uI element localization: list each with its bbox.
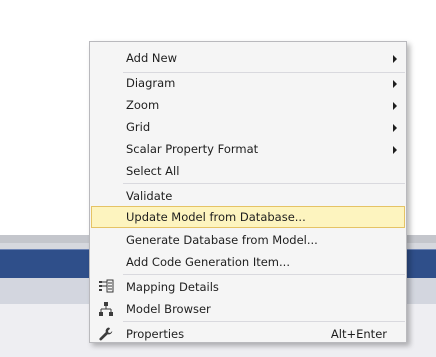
menu-item-label: Scalar Property Format <box>126 142 259 156</box>
menu-item-label: Add Code Generation Item... <box>126 255 290 269</box>
menu-separator <box>123 321 405 322</box>
menu-item-mapping-details[interactable]: Mapping Details <box>91 276 405 298</box>
menu-item-label: Select All <box>126 164 180 178</box>
menu-item-update-model-from-database[interactable]: Update Model from Database... <box>91 206 405 228</box>
menu-item-model-browser[interactable]: Model Browser <box>91 298 405 320</box>
context-menu: Add New Diagram Zoom Grid Scalar Propert… <box>89 41 407 343</box>
menu-item-scalar-property-format[interactable]: Scalar Property Format <box>91 138 405 160</box>
menu-item-label: Properties <box>126 327 185 341</box>
menu-item-label: Update Model from Database... <box>126 210 306 224</box>
menu-item-label: Zoom <box>126 98 160 112</box>
menu-item-label: Grid <box>126 120 151 134</box>
submenu-arrow-icon <box>393 80 397 88</box>
wrench-icon <box>98 326 114 342</box>
menu-item-generate-database-from-model[interactable]: Generate Database from Model... <box>91 229 405 251</box>
menu-item-zoom[interactable]: Zoom <box>91 94 405 116</box>
submenu-arrow-icon <box>393 55 397 63</box>
menu-item-grid[interactable]: Grid <box>91 116 405 138</box>
model-browser-icon <box>98 301 114 317</box>
submenu-arrow-icon <box>393 146 397 154</box>
menu-item-properties[interactable]: Properties Alt+Enter <box>91 323 405 345</box>
menu-item-label: Model Browser <box>126 302 211 316</box>
menu-item-add-new[interactable]: Add New <box>91 47 405 69</box>
menu-item-select-all[interactable]: Select All <box>91 160 405 182</box>
menu-item-label: Add New <box>126 51 178 65</box>
menu-item-label: Diagram <box>126 76 176 90</box>
menu-item-diagram[interactable]: Diagram <box>91 72 405 94</box>
submenu-arrow-icon <box>393 102 397 110</box>
menu-separator <box>123 183 405 184</box>
mapping-details-icon <box>98 279 114 295</box>
menu-separator <box>123 274 405 275</box>
menu-item-shortcut: Alt+Enter <box>330 327 387 341</box>
menu-item-add-code-generation-item[interactable]: Add Code Generation Item... <box>91 251 405 273</box>
submenu-arrow-icon <box>393 124 397 132</box>
menu-item-validate[interactable]: Validate <box>91 185 405 207</box>
menu-item-label: Mapping Details <box>126 280 219 294</box>
menu-item-label: Generate Database from Model... <box>126 233 318 247</box>
menu-item-label: Validate <box>126 189 173 203</box>
